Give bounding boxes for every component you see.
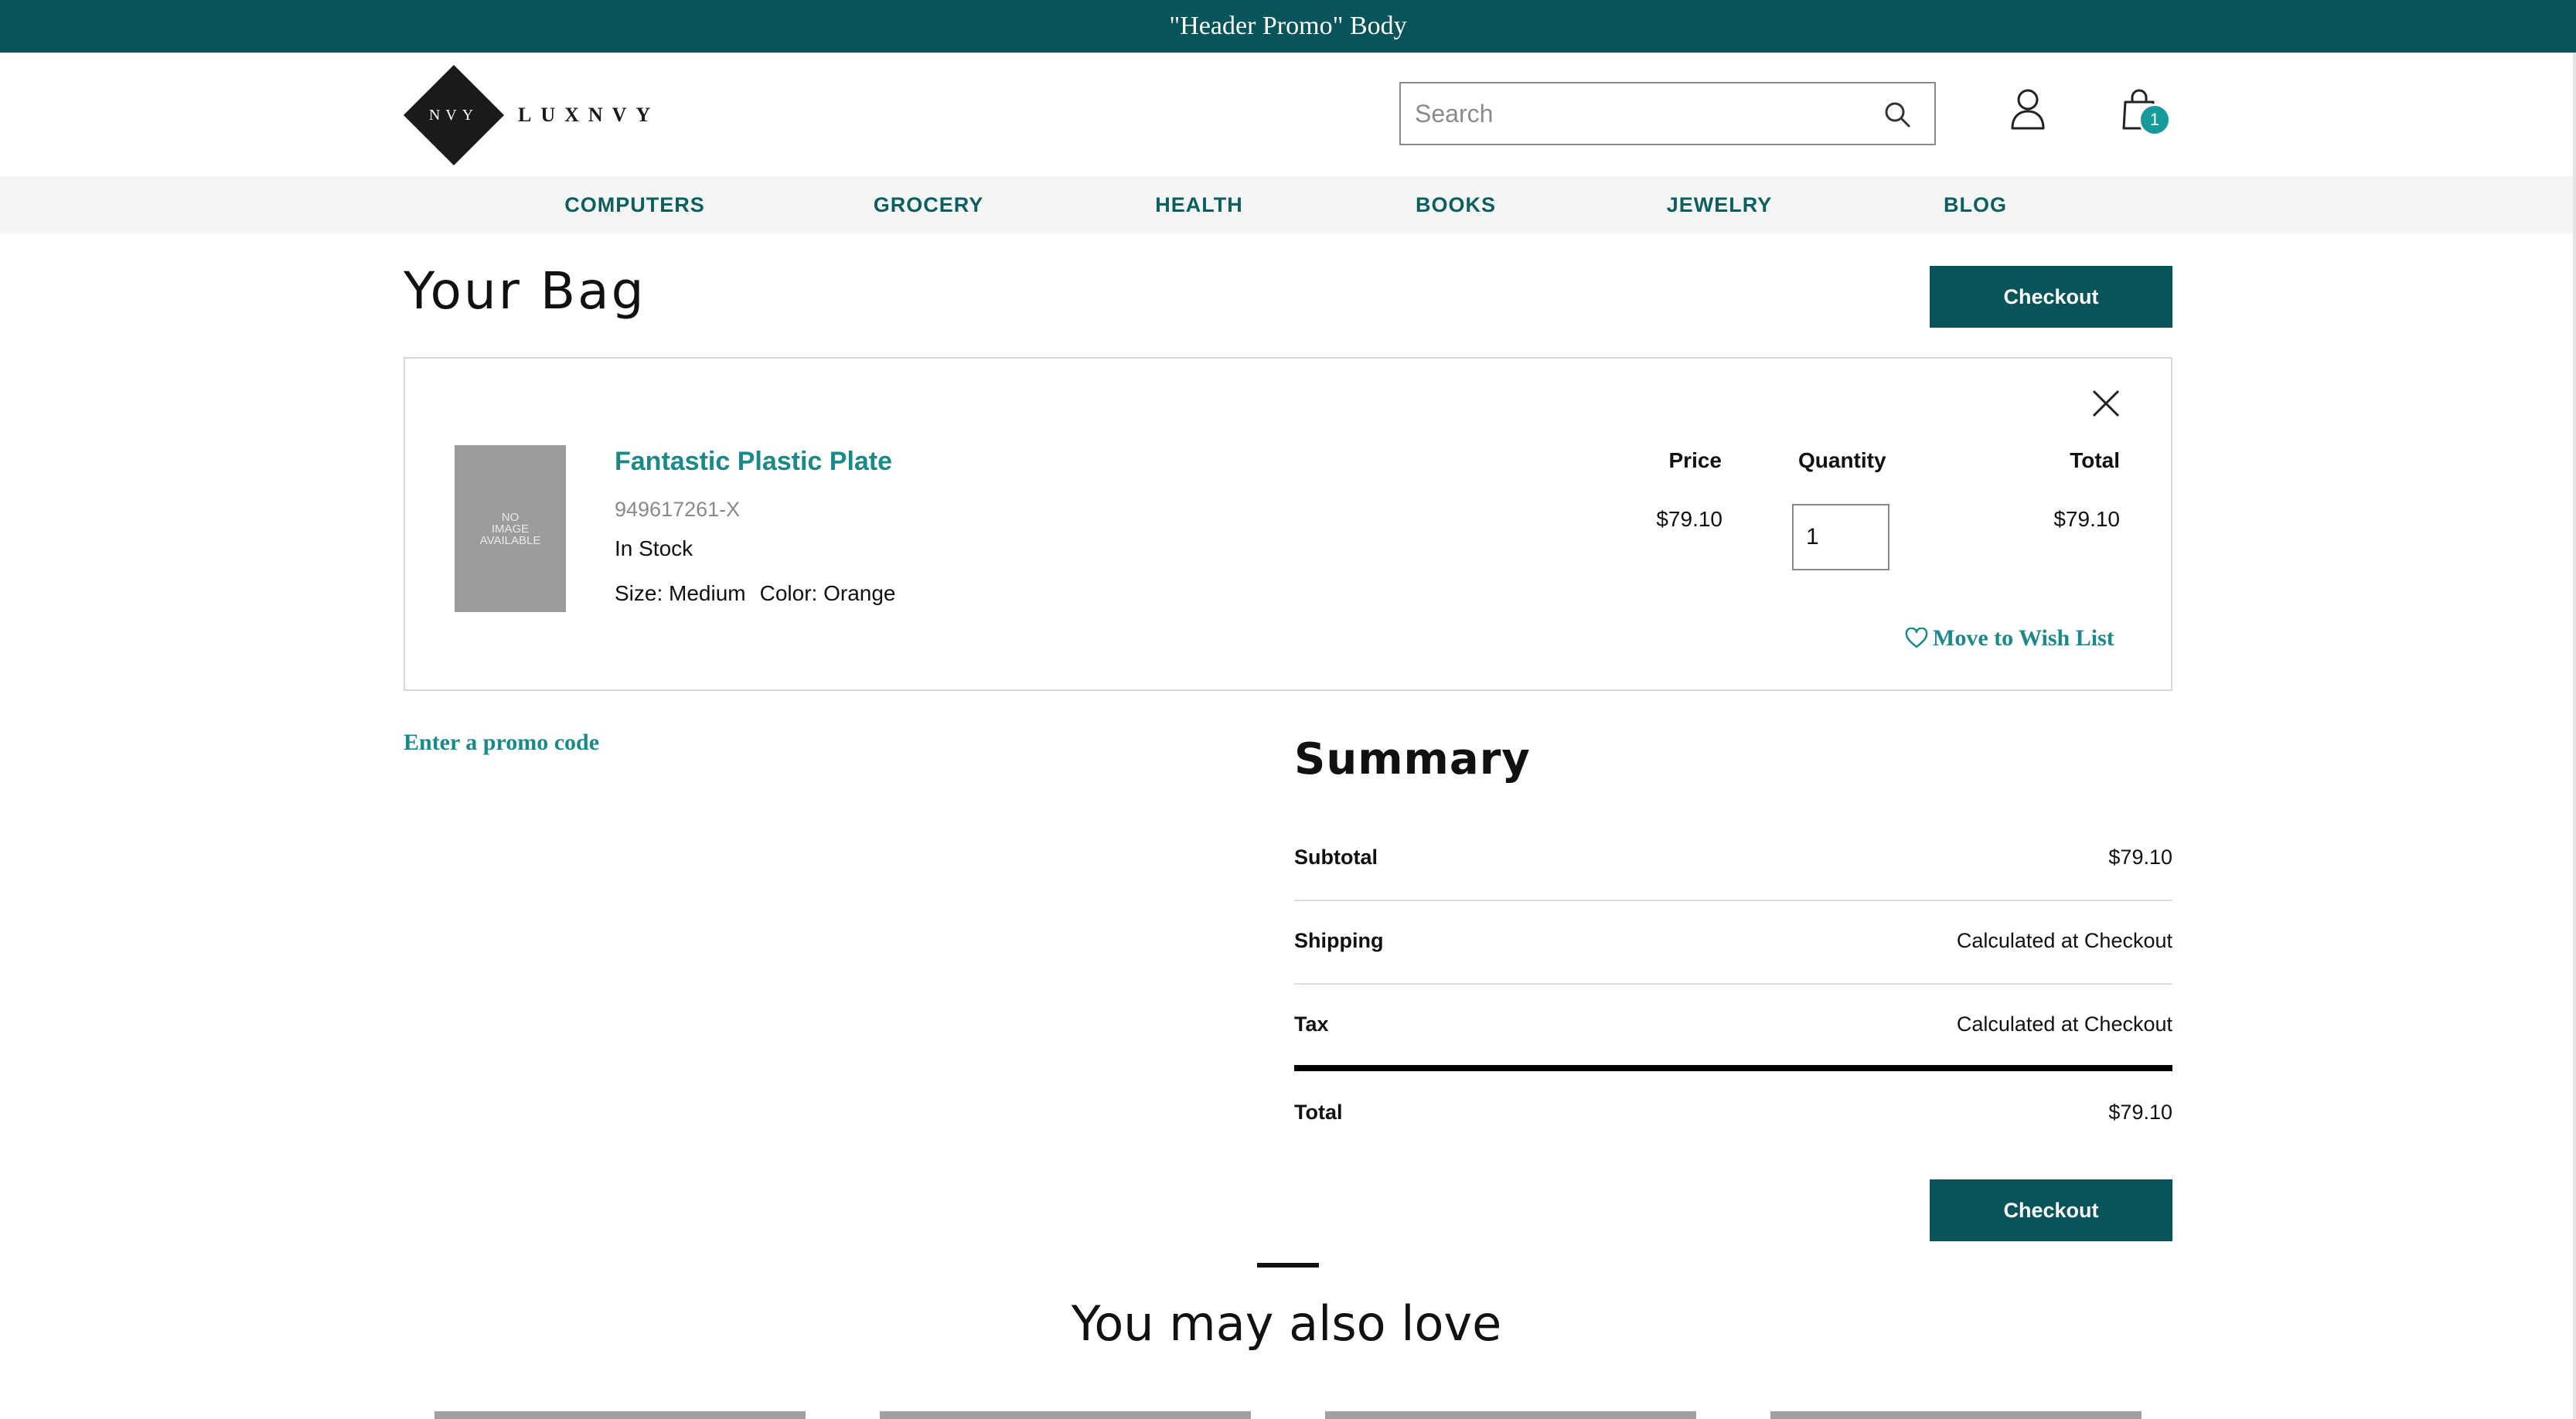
nav-item-blog[interactable]: BLOG [1944,176,2007,233]
product-size: Size: Medium [615,581,746,605]
summary-total-divider [1294,1065,2172,1071]
page-edge [2573,53,2576,1419]
logo-wordmark: LUXNVY [518,104,660,126]
page-title: Your Bag [404,261,646,321]
brand-logo[interactable]: NVY LUXNVY [403,64,660,166]
total-value: $79.10 [2108,1101,2172,1124]
close-icon[interactable] [2089,386,2123,420]
shipping-label: Shipping [1294,929,1384,952]
nav-item-books[interactable]: BOOKS [1416,176,1496,233]
tax-label: Tax [1294,1012,1329,1036]
logo-mark-text: NVY [428,106,479,124]
placeholder-text-line: IMAGE [491,522,530,536]
search-bar [1399,82,1936,145]
account-icon[interactable] [2010,88,2046,130]
checkout-button-top[interactable]: Checkout [1930,266,2172,328]
price-column-header: Price [1668,448,1722,472]
stock-status: In Stock [615,536,693,560]
wishlist-label: Move to Wish List [1933,625,2114,651]
cart-count-badge: 1 [2138,104,2171,136]
header-promo-text: "Header Promo" Body [1169,12,1407,40]
shipping-value: Calculated at Checkout [1956,929,2172,952]
subtotal-value: $79.10 [2108,846,2172,869]
item-total: $79.10 [2053,507,2120,531]
section-divider [1257,1263,1319,1268]
promo-code-link[interactable]: Enter a promo code [404,730,599,756]
search-input[interactable] [1401,83,1879,144]
recommendations-title: You may also love [1071,1295,1502,1352]
recommendation-card[interactable] [880,1411,1251,1419]
nav-item-jewelry[interactable]: JEWELRY [1667,176,1773,233]
search-icon[interactable] [1883,100,1911,128]
product-attributes: Size: Medium Color: Orange [615,581,896,606]
nav-item-computers[interactable]: COMPUTERS [564,176,705,233]
logo-mark: NVY [403,64,505,166]
summary-divider [1294,983,2172,985]
tax-value: Calculated at Checkout [1956,1012,2172,1036]
placeholder-text-line: AVAILABLE [479,533,541,547]
recommendation-card[interactable] [1325,1411,1696,1419]
summary-title: Summary [1294,734,1531,784]
quantity-column-header: Quantity [1798,448,1886,472]
subtotal-label: Subtotal [1294,846,1378,869]
item-price: $79.10 [1656,507,1722,531]
placeholder-text-line: NO [501,510,520,524]
total-column-header: Total [2070,448,2120,472]
product-color: Color: Orange [759,581,896,605]
header-promo-bar: "Header Promo" Body [0,0,2576,53]
recommendation-card[interactable] [434,1411,806,1419]
product-image-placeholder[interactable]: NO IMAGE AVAILABLE [455,445,566,612]
recommendation-card[interactable] [1770,1411,2142,1419]
nav-item-grocery[interactable]: GROCERY [874,176,984,233]
main-nav: COMPUTERS GROCERY HEALTH BOOKS JEWELRY B… [0,176,2573,233]
checkout-button-bottom[interactable]: Checkout [1930,1179,2172,1241]
summary-divider [1294,900,2172,901]
nav-item-health[interactable]: HEALTH [1155,176,1243,233]
total-label: Total [1294,1101,1343,1124]
heart-icon [1905,628,1928,648]
product-sku: 949617261-X [615,498,741,521]
quantity-input[interactable] [1792,504,1889,570]
product-name-link[interactable]: Fantastic Plastic Plate [615,447,892,477]
move-to-wishlist-link[interactable]: Move to Wish List [1905,623,2114,654]
